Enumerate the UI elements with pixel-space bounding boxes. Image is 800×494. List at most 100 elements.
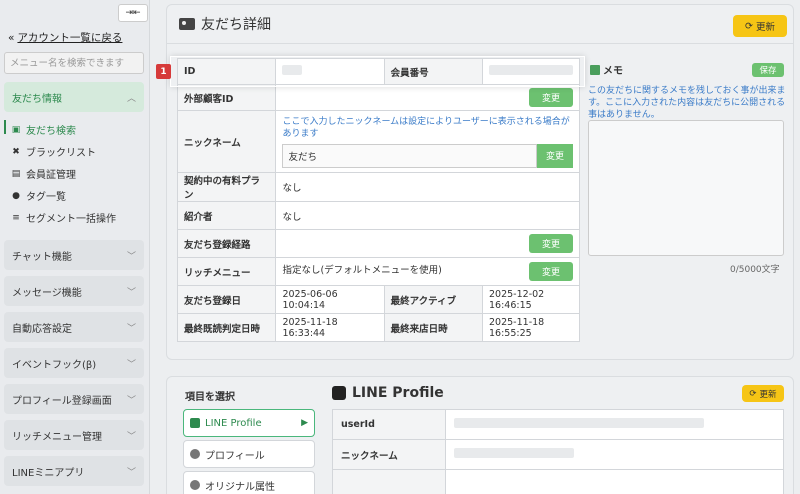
profile-refresh-button[interactable]: ⟳ 更新 — [742, 385, 784, 402]
sidebar-item-segment[interactable]: ≡ セグメント一括操作 — [10, 210, 116, 226]
select-item-label: LINE Profile — [205, 417, 262, 429]
sidebar-item-tags[interactable]: ● タグ一覧 — [10, 188, 66, 204]
memo-textarea[interactable] — [588, 120, 784, 256]
refresh-label: 更新 — [755, 22, 775, 33]
memo-char-count: 0/5000文字 — [730, 265, 780, 275]
memo-title-label: メモ — [603, 66, 623, 77]
last-visit-value: 2025-11-18 16:55:25 — [482, 313, 580, 342]
line-icon — [332, 386, 346, 400]
chevron-down-icon: ﹀ — [126, 287, 136, 298]
sidebar-item-label: ブラックリスト — [26, 148, 96, 159]
friend-search-icon: ▣ — [11, 124, 21, 135]
plan-label: 契約中の有料プラン — [176, 172, 277, 202]
chevron-up-icon: ︿ — [126, 93, 136, 104]
sidebar: ⇥⇤ «アカウント一覧に戻る 友だち情報 ︿ ▣ 友だち検索 ✖ ブラックリスト ▤… — [0, 0, 150, 494]
user-icon — [190, 449, 200, 459]
external-id-label: 外部顧客ID — [176, 84, 277, 111]
nav-group-mini-app[interactable]: LINEミニアプリ ﹀ — [4, 456, 144, 486]
last-read-value: 2025-11-18 16:33:44 — [275, 313, 385, 342]
nav-group-label: イベントフック(β) — [12, 359, 97, 371]
chevron-down-icon: ﹀ — [126, 395, 136, 406]
sidebar-item-label: 会員証管理 — [26, 170, 76, 181]
sidebar-item-membership[interactable]: ▤ 会員証管理 — [10, 166, 76, 182]
last-active-label: 最終アクティブ — [383, 285, 484, 314]
divider — [167, 43, 793, 44]
last-active-value: 2025-12-02 16:46:15 — [482, 285, 580, 314]
route-label: 友だち登録経路 — [176, 229, 277, 258]
refresh-icon: ⟳ — [745, 20, 753, 32]
id-label: ID — [176, 58, 277, 85]
member-number-label: 会員番号 — [383, 58, 484, 85]
nav-group-auto-reply[interactable]: 自動応答設定 ﹀ — [4, 312, 144, 342]
select-item-original-attr[interactable]: オリジナル属性 — [183, 471, 315, 494]
select-item-line-profile[interactable]: LINE Profile ▶ — [183, 409, 315, 437]
userid-value — [454, 418, 704, 428]
member-number-value — [489, 65, 573, 75]
collapse-arrows-icon: ⇥⇤ — [125, 8, 141, 18]
refresh-label: 更新 — [759, 389, 777, 400]
menu-search-input[interactable] — [4, 52, 144, 74]
select-item-profile[interactable]: プロフィール — [183, 440, 315, 468]
memo-note: この友だちに関するメモを残しておく事が出来ます。ここに入力された内容は友だちに公… — [588, 86, 786, 120]
nickname-note: ここで入力したニックネームは設定によりユーザーに表示される場合があります — [282, 116, 570, 139]
caret-right-icon: ▶ — [301, 418, 308, 428]
page-title: 友だち詳細 — [201, 17, 271, 33]
memo-save-button[interactable]: 保存 — [752, 63, 784, 77]
id-card-icon — [179, 18, 195, 30]
richmenu-value: 指定なし(デフォルトメニューを使用) — [282, 265, 442, 276]
nav-group-label: リッチメニュー管理 — [12, 431, 102, 443]
nickname-input[interactable]: 友だち — [282, 143, 537, 168]
friend-detail-title: 友だち詳細 — [179, 14, 271, 34]
chevron-down-icon: ﹀ — [126, 431, 136, 442]
profile-nickname-label: ニックネーム — [332, 439, 446, 470]
chevron-down-icon: ﹀ — [126, 323, 136, 334]
friend-detail-table: ID 会員番号 外部顧客ID 変更 ニックネーム ここで入力したニックネームは設… — [176, 58, 580, 342]
nav-group-label: 自動応答設定 — [12, 323, 72, 335]
external-id-change-button[interactable]: 変更 — [529, 88, 573, 107]
nav-group-label: プロフィール登録画面 — [12, 395, 112, 407]
select-item-label: プロフィール — [205, 450, 265, 462]
id-value — [282, 65, 303, 75]
select-item-label: オリジナル属性 — [205, 481, 275, 493]
last-visit-label: 最終来店日時 — [383, 313, 484, 342]
nav-group-richmenu[interactable]: リッチメニュー管理 ﹀ — [4, 420, 144, 450]
back-link-label: アカウント一覧に戻る — [17, 32, 123, 44]
nav-group-message[interactable]: メッセージ機能 ﹀ — [4, 276, 144, 306]
sidebar-item-label: タグ一覧 — [26, 192, 66, 203]
referrer-value: なし — [275, 201, 580, 230]
nav-group-label: チャット機能 — [12, 251, 72, 263]
refresh-button[interactable]: ⟳ 更新 — [733, 15, 787, 37]
last-read-label: 最終既読判定日時 — [176, 313, 277, 342]
sidebar-item-blacklist[interactable]: ✖ ブラックリスト — [10, 144, 96, 160]
sidebar-item-label: 友だち検索 — [26, 126, 76, 137]
richmenu-label: リッチメニュー — [176, 257, 277, 286]
line-icon — [190, 418, 200, 428]
nav-group-profile-page[interactable]: プロフィール登録画面 ﹀ — [4, 384, 144, 414]
users-icon: ● — [12, 190, 20, 201]
nickname-label: ニックネーム — [176, 110, 277, 173]
sidebar-item-label: セグメント一括操作 — [26, 214, 116, 225]
sidebar-item-friend-search[interactable]: ▣ 友だち検索 — [4, 120, 76, 137]
nickname-change-button[interactable]: 変更 — [537, 143, 573, 168]
nav-group-label: LINEミニアプリ — [12, 467, 85, 479]
nav-group-chat[interactable]: チャット機能 ﹀ — [4, 240, 144, 270]
collapse-sidebar-button[interactable]: ⇥⇤ — [118, 4, 148, 22]
back-to-accounts-link[interactable]: «アカウント一覧に戻る — [8, 30, 122, 45]
line-profile-title: LINE Profile — [332, 385, 444, 401]
id-card-icon: ▤ — [11, 168, 21, 179]
nav-group-friends[interactable]: 友だち情報 ︿ — [4, 82, 144, 112]
profile-empty-label — [332, 469, 446, 494]
referrer-label: 紹介者 — [176, 201, 277, 230]
memo-title: メモ — [590, 62, 623, 77]
route-change-button[interactable]: 変更 — [529, 234, 573, 253]
nav-group-event-hook[interactable]: イベントフック(β) ﹀ — [4, 348, 144, 378]
line-profile-table: userId ニックネーム — [332, 409, 784, 494]
profile-nickname-value — [454, 448, 574, 458]
registered-value: 2025-06-06 10:04:14 — [275, 285, 385, 314]
database-icon: ≡ — [12, 212, 20, 223]
edit-icon — [590, 64, 600, 75]
select-title: 項目を選択 — [185, 392, 235, 403]
chevron-down-icon: ﹀ — [126, 251, 136, 262]
richmenu-change-button[interactable]: 変更 — [529, 262, 573, 281]
plan-value: なし — [275, 172, 580, 202]
